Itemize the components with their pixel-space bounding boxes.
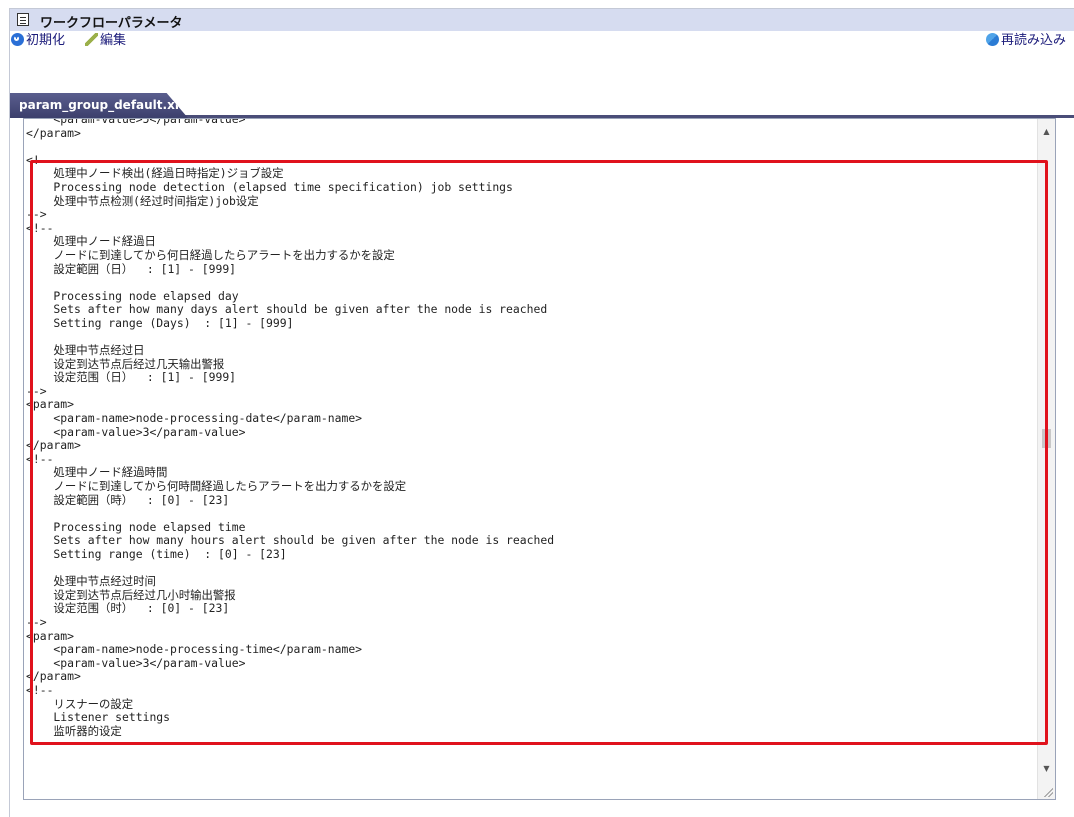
tab-strip: param_group_default.xml <box>10 85 1074 118</box>
refresh-icon <box>11 33 24 46</box>
vertical-scrollbar[interactable]: ▲ ▼ <box>1037 119 1055 799</box>
reload-button[interactable]: 再読み込み <box>986 33 1066 49</box>
reload-label: 再読み込み <box>1001 33 1067 48</box>
code-line: 設定範囲（時） : [0] - [23] <box>26 492 230 507</box>
code-line: --> <box>26 207 47 222</box>
code-line: ノードに到達してから何時間経過したらアラートを出力するかを設定 <box>26 479 407 494</box>
code-line: <!-- <box>26 220 54 235</box>
code-line: Setting range (time) : [0] - [23] <box>26 547 287 561</box>
code-line: </param> <box>26 669 81 684</box>
code-line: <param-name>node-processing-date</param-… <box>26 411 363 426</box>
scroll-thumb[interactable] <box>1042 429 1051 448</box>
edit-button[interactable]: 編集 <box>85 33 126 49</box>
code-line: リスナーの設定 <box>26 696 134 711</box>
code-line: <!-- <box>26 152 54 167</box>
reload-icon <box>986 33 999 46</box>
code-line: <param-value>3</param-value> <box>26 655 246 670</box>
code-line: <param> <box>26 628 75 643</box>
code-line: Processing node elapsed time <box>26 519 246 534</box>
scroll-down-icon[interactable]: ▼ <box>1038 760 1055 777</box>
code-line: 処理中ノード経過時間 <box>26 465 168 480</box>
code-line: 设定范围（时） : [0] - [23] <box>26 601 230 616</box>
code-line: ノードに到達してから何日経過したらアラートを出力するかを設定 <box>26 247 395 262</box>
title-bar: ワークフローパラメータ <box>10 9 1074 31</box>
code-line: <!-- <box>26 451 54 466</box>
code-line: --> <box>26 614 47 629</box>
toolbar: 初期化 編集 再読み込み <box>10 31 1074 51</box>
code-line: 処理中ノード検出(経過日時指定)ジョブ設定 <box>26 166 284 181</box>
code-line: 設定範囲（日） : [1] - [999] <box>26 261 237 276</box>
code-line: 设定到达节点后经过几小时输出警报 <box>26 587 236 602</box>
init-button[interactable]: 初期化 <box>11 33 65 49</box>
code-line: 设定到达节点后经过几天输出警报 <box>26 356 225 371</box>
code-line: </param> <box>26 125 81 140</box>
code-line: 处理中节点检测(经过时间指定)job设定 <box>26 193 259 208</box>
code-line: Listener settings <box>26 710 171 725</box>
code-line: 处理中节点经过日 <box>26 343 145 358</box>
resize-grip-icon[interactable] <box>1043 787 1053 797</box>
code-line: Processing node elapsed day <box>26 288 239 303</box>
code-line: <param> <box>26 397 75 412</box>
code-line: <param-value>3</param-value> <box>26 424 246 439</box>
code-line: 処理中ノード経過日 <box>26 234 156 249</box>
code-line: Processing node detection (elapsed time … <box>26 179 513 194</box>
code-line: Setting range (Days) : [1] - [999] <box>26 315 294 330</box>
tab-param-group-default[interactable]: param_group_default.xml <box>10 93 188 118</box>
xml-content[interactable]: <param-value>5</param-value> </param> <!… <box>26 119 1036 738</box>
scroll-up-icon[interactable]: ▲ <box>1038 123 1055 140</box>
code-line: Sets after how many days alert should be… <box>26 302 548 317</box>
code-line: </param> <box>26 438 81 453</box>
code-line: 处理中节点经过时间 <box>26 574 156 589</box>
pencil-icon <box>85 33 98 46</box>
code-line: 设定范围（日） : [1] - [999] <box>26 370 237 385</box>
edit-label: 編集 <box>100 33 127 48</box>
code-line: 监听器的设定 <box>26 723 122 738</box>
init-label: 初期化 <box>26 33 66 48</box>
document-icon <box>17 13 29 26</box>
page-title: ワークフローパラメータ <box>40 16 183 31</box>
code-line: --> <box>26 383 47 398</box>
code-line: <!-- <box>26 682 54 697</box>
code-line: Sets after how many hours alert should b… <box>26 533 555 548</box>
xml-editor[interactable]: <param-value>5</param-value> </param> <!… <box>23 118 1056 800</box>
code-line: <param-name>node-processing-time</param-… <box>26 642 363 657</box>
